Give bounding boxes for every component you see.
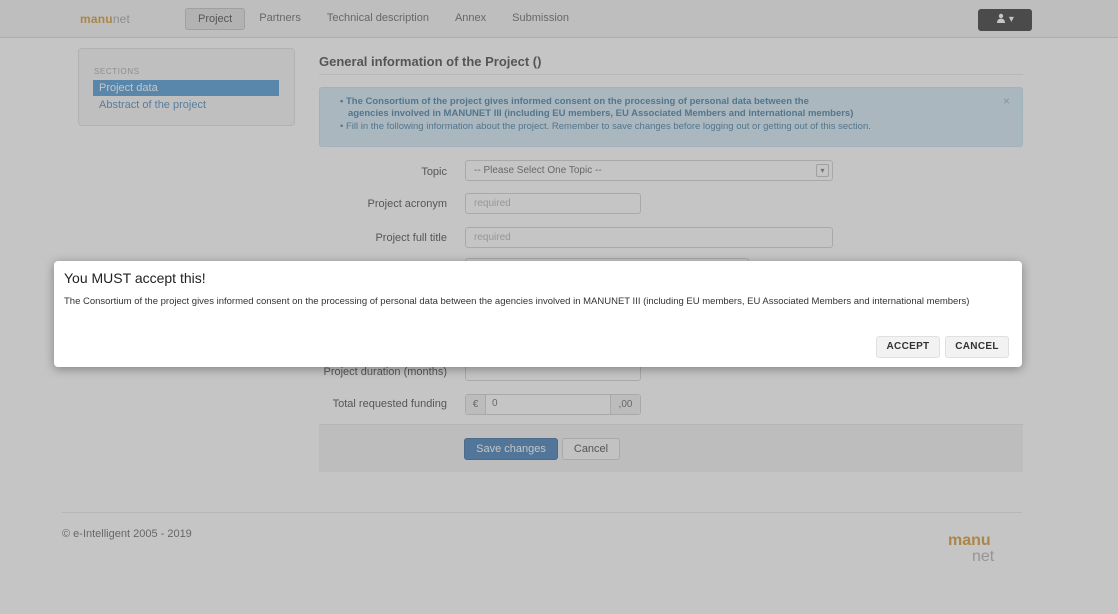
acronym-label: Project acronym bbox=[367, 198, 447, 210]
accept-button[interactable]: ACCEPT bbox=[876, 336, 940, 358]
alert-line-3: • Fill in the following information abou… bbox=[340, 121, 871, 132]
nav-annex[interactable]: Annex bbox=[443, 8, 498, 30]
chevron-down-icon: ▾ bbox=[1008, 14, 1014, 25]
topic-select-value: -- Please Select One Topic -- bbox=[474, 165, 602, 176]
project-acronym-input[interactable]: required bbox=[465, 193, 641, 214]
page-title: General information of the Project () bbox=[319, 54, 542, 69]
footer-divider bbox=[62, 512, 1022, 513]
alert-line-2: agencies involved in MANUNET III (includ… bbox=[348, 108, 854, 119]
funding-input-group[interactable]: € 0 ,00 bbox=[465, 394, 641, 415]
funding-decimals: ,00 bbox=[610, 395, 640, 414]
footer-logo-suffix: net bbox=[972, 548, 995, 565]
brand-main: manu bbox=[80, 12, 113, 26]
modal-body: The Consortium of the project gives info… bbox=[64, 296, 970, 307]
full-title-label: Project full title bbox=[375, 232, 447, 244]
consent-modal: You MUST accept this! The Consortium of … bbox=[54, 261, 1022, 367]
brand-logo[interactable]: manunet bbox=[80, 12, 130, 26]
user-icon bbox=[997, 13, 1006, 23]
topic-label: Topic bbox=[421, 166, 447, 178]
euro-icon: € bbox=[466, 395, 486, 414]
sidebar-title: SECTIONS bbox=[94, 67, 140, 76]
save-changes-button[interactable]: Save changes bbox=[464, 438, 558, 460]
funding-label: Total requested funding bbox=[332, 398, 447, 410]
nav-partners[interactable]: Partners bbox=[247, 8, 313, 30]
project-full-title-input[interactable]: required bbox=[465, 227, 833, 248]
user-menu-button[interactable]: ▾ bbox=[978, 9, 1032, 31]
alert-line-1: • The Consortium of the project gives in… bbox=[340, 96, 809, 107]
main-nav: Project Partners Technical description A… bbox=[185, 8, 583, 30]
topic-select[interactable]: -- Please Select One Topic -- ▾ bbox=[465, 160, 833, 181]
nav-project[interactable]: Project bbox=[185, 8, 246, 30]
brand-suffix: net bbox=[112, 12, 131, 26]
footer-logo: manu net bbox=[948, 532, 1028, 570]
close-icon[interactable]: × bbox=[1003, 94, 1010, 108]
sidebar-item-project-data[interactable]: Project data bbox=[93, 80, 279, 96]
cancel-button[interactable]: Cancel bbox=[562, 438, 620, 460]
chevron-down-icon: ▾ bbox=[816, 164, 829, 177]
info-alert: • The Consortium of the project gives in… bbox=[319, 87, 1023, 147]
sidebar-item-abstract[interactable]: Abstract of the project bbox=[93, 97, 279, 113]
funding-value[interactable]: 0 bbox=[492, 398, 498, 409]
nav-submission[interactable]: Submission bbox=[500, 8, 581, 30]
top-navbar: manunet Project Partners Technical descr… bbox=[0, 0, 1118, 38]
duration-label: Project duration (months) bbox=[323, 366, 448, 378]
modal-cancel-button[interactable]: CANCEL bbox=[945, 336, 1009, 358]
modal-title: You MUST accept this! bbox=[64, 270, 206, 286]
copyright-text: © e-Intelligent 2005 - 2019 bbox=[62, 528, 192, 540]
nav-technical-description[interactable]: Technical description bbox=[315, 8, 441, 30]
title-divider bbox=[319, 74, 1023, 75]
sections-sidebar: SECTIONS Project data Abstract of the pr… bbox=[78, 48, 295, 126]
form-actions-bar bbox=[319, 424, 1023, 472]
